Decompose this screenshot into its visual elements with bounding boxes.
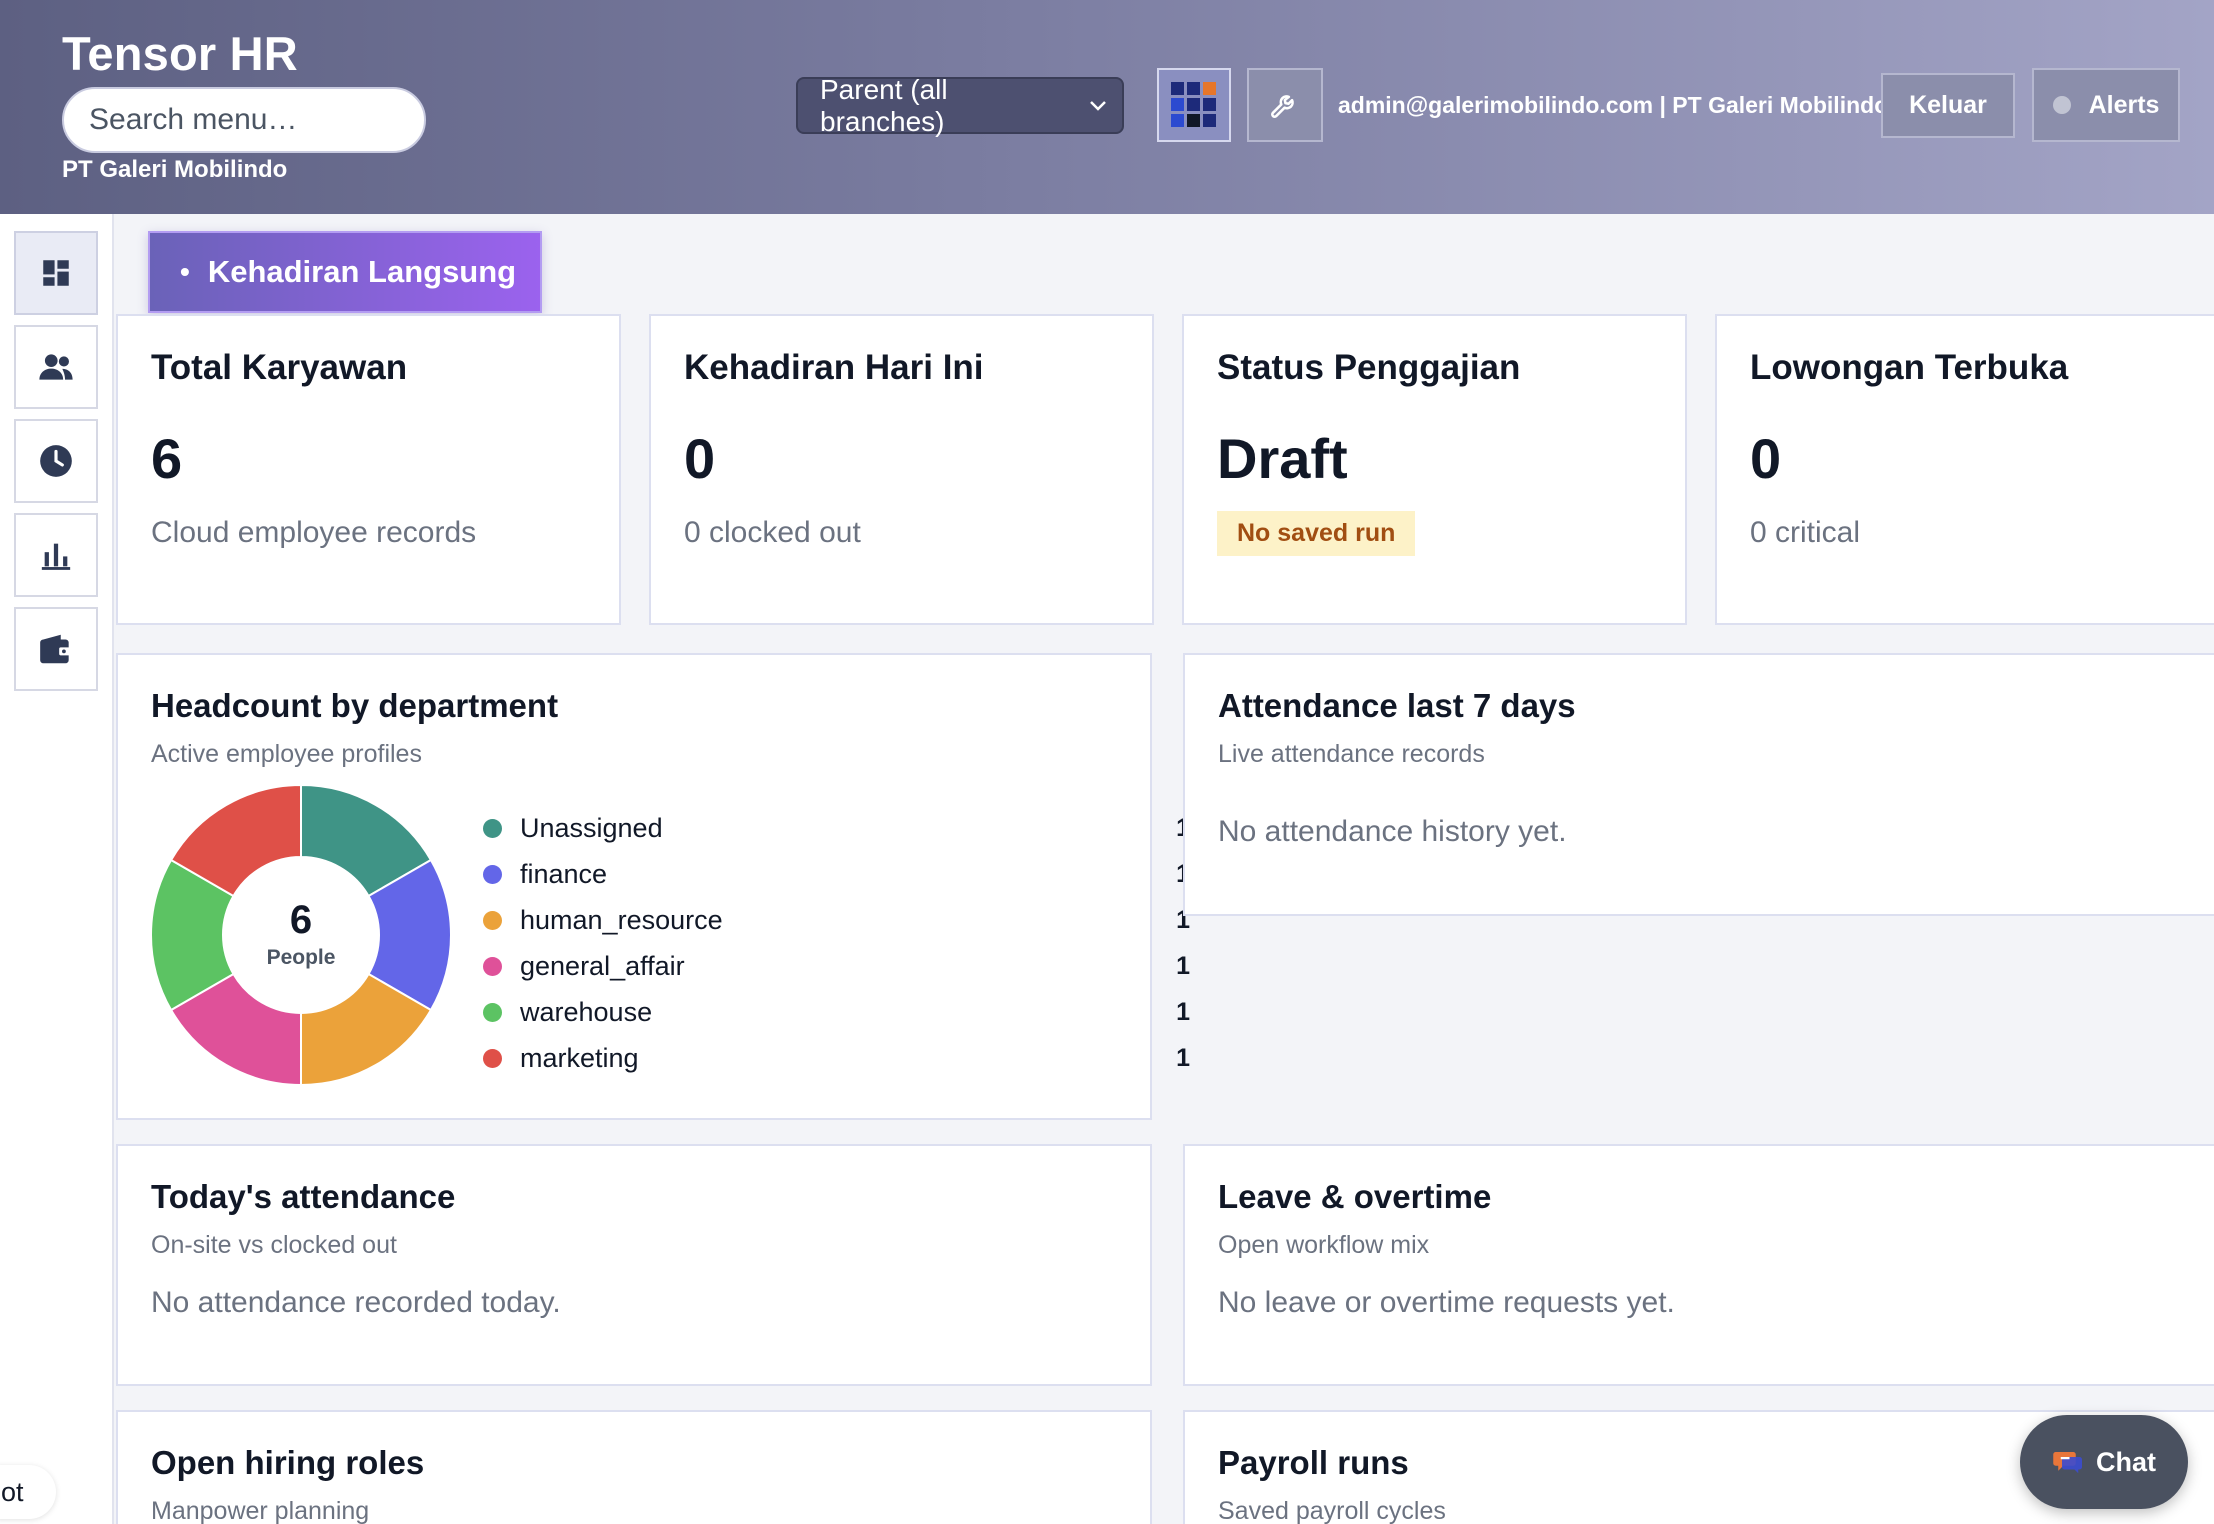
chart-legend: Unassigned1finance1human_resource1genera… [483, 805, 1223, 1081]
legend-item: human_resource 1 [483, 897, 1223, 943]
bullet-icon: • [180, 256, 190, 287]
section-subtitle: On-site vs clocked out [151, 1231, 397, 1259]
clock-icon [40, 445, 72, 477]
legend-swatch [483, 864, 502, 884]
empty-state: No leave or overtime requests yet. [1218, 1286, 1675, 1319]
top-header: Tensor HR PT Galeri Mobilindo Parent (al… [0, 0, 2214, 214]
dashboard-icon [43, 260, 69, 286]
legend-count: 1 [1176, 951, 1190, 980]
open-hiring-roles-card: Open hiring roles Manpower planning [116, 1410, 1152, 1524]
leave-overtime-card: Leave & overtime Open workflow mix No le… [1183, 1144, 2214, 1386]
donut-total: 6 [289, 898, 313, 942]
stat-title: Lowongan Terbuka [1750, 348, 2069, 387]
headcount-card: Headcount by department Active employee … [116, 653, 1190, 1120]
branch-select[interactable]: Parent (all branches) [796, 74, 1124, 137]
stat-value: 0 [1750, 427, 1782, 490]
user-info: admin@galerimobilindo.com | PT Galeri Mo… [1338, 92, 1889, 118]
stat-card-attendance-today: Kehadiran Hari Ini 0 0 clocked out [649, 314, 1154, 625]
stat-card-total-employees: Total Karyawan 6 Cloud employee records [116, 314, 621, 625]
sidebar-item-reports[interactable] [14, 513, 98, 597]
apps-button[interactable] [1157, 68, 1231, 142]
legend-swatch [483, 1048, 502, 1068]
alerts-button[interactable]: Alerts [2032, 68, 2180, 142]
empty-state: No attendance history yet. [1218, 815, 1567, 848]
legend-item: Unassigned1 [483, 805, 1223, 851]
alerts-label: Alerts [2088, 90, 2160, 119]
legend-item: warehouse 1 [483, 989, 1223, 1035]
chat-label: Chat [2096, 1446, 2156, 1477]
stat-value: 0 [684, 427, 716, 490]
chat-button[interactable]: Chat [2020, 1415, 2188, 1509]
donut-center: 6 People [151, 785, 451, 1085]
stat-title: Total Karyawan [151, 348, 408, 387]
branch-select-value: Parent (all branches) [820, 73, 948, 137]
section-title: Payroll runs [1218, 1444, 1409, 1481]
wallet-icon [40, 634, 72, 664]
legend-item: general_affair 1 [483, 943, 1223, 989]
legend-item: marketing 1 [483, 1035, 1223, 1081]
section-subtitle: Live attendance records [1218, 740, 1485, 768]
sidebar-item-attendance[interactable] [14, 419, 98, 503]
search-input[interactable] [62, 87, 426, 153]
stat-title: Status Penggajian [1217, 348, 1521, 387]
section-subtitle: Saved payroll cycles [1218, 1497, 1446, 1524]
logout-button[interactable]: Keluar [1881, 73, 2015, 138]
legend-label: marketing [520, 1042, 639, 1073]
todays-attendance-card: Today's attendance On-site vs clocked ou… [116, 1144, 1152, 1386]
section-subtitle: Active employee profiles [151, 740, 422, 768]
section-title: Today's attendance [151, 1178, 456, 1215]
side-tab-label: hot [0, 1476, 24, 1507]
alerts-status-dot [2052, 96, 2071, 114]
empty-state: No attendance recorded today. [151, 1286, 561, 1319]
stat-value: Draft [1217, 427, 1348, 490]
legend-label: Unassigned [520, 812, 663, 843]
live-attendance-button[interactable]: • Kehadiran Langsung [148, 231, 542, 313]
bar-chart-icon [41, 543, 71, 570]
attendance-7-days-card: Attendance last 7 days Live attendance r… [1183, 653, 2214, 916]
sidebar-item-dashboard[interactable] [14, 231, 98, 315]
side-tab[interactable]: hot [0, 1465, 56, 1519]
chevron-down-icon [1073, 99, 1122, 113]
stat-title: Kehadiran Hari Ini [684, 348, 984, 387]
donut-total-label: People [266, 946, 336, 969]
sidebar-item-employees[interactable] [14, 325, 98, 409]
section-title: Open hiring roles [151, 1444, 425, 1481]
legend-swatch [483, 910, 502, 930]
legend-count: 1 [1176, 1043, 1190, 1072]
legend-swatch [483, 956, 502, 976]
legend-swatch [483, 1002, 502, 1022]
settings-button[interactable] [1247, 68, 1323, 142]
legend-label: finance [520, 858, 608, 889]
status-badge: No saved run [1217, 511, 1416, 556]
section-subtitle: Manpower planning [151, 1497, 370, 1524]
apps-grid-icon [1171, 82, 1216, 127]
stat-subtitle: 0 critical [1750, 516, 1861, 549]
legend-label: human_resource [520, 904, 723, 935]
headcount-donut-chart: 6 People [150, 783, 452, 1087]
stat-value: 6 [151, 427, 183, 490]
section-title: Attendance last 7 days [1218, 687, 1576, 724]
section-subtitle: Open workflow mix [1218, 1231, 1430, 1259]
stat-card-payroll-status: Status Penggajian Draft No saved run [1182, 314, 1687, 625]
legend-count: 1 [1176, 997, 1190, 1026]
legend-item: finance1 [483, 851, 1223, 897]
company-name: PT Galeri Mobilindo [62, 156, 288, 183]
section-title: Leave & overtime [1218, 1178, 1492, 1215]
live-attendance-label: Kehadiran Langsung [207, 254, 517, 289]
wrench-icon [1271, 95, 1294, 118]
legend-label: general_affair [520, 950, 685, 981]
stat-card-open-vacancies: Lowongan Terbuka 0 0 critical [1715, 314, 2214, 625]
sidebar-item-payroll[interactable] [14, 607, 98, 691]
stat-subtitle: 0 clocked out [684, 516, 861, 549]
sidebar [0, 214, 114, 1524]
people-icon [39, 354, 73, 380]
legend-swatch [483, 818, 502, 838]
chat-bubble-icon [2053, 1452, 2082, 1474]
legend-label: warehouse [520, 996, 653, 1027]
section-title: Headcount by department [151, 687, 559, 724]
app-title: Tensor HR [62, 27, 298, 80]
stat-subtitle: Cloud employee records [151, 516, 477, 549]
